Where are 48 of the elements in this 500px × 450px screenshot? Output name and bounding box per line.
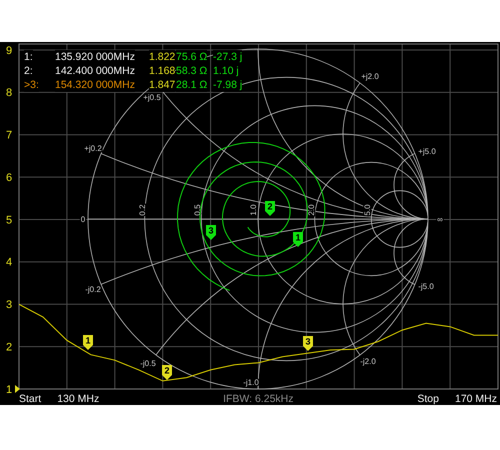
- smith-scale-label: -j2.0: [360, 357, 376, 366]
- marker-label: >3:: [24, 78, 39, 92]
- axis-tick-label: 7: [6, 130, 12, 142]
- axis-tick-label: 3: [6, 299, 12, 312]
- smith-scale-label: 0: [80, 215, 86, 224]
- axis-tick-label: 1: [6, 384, 12, 394]
- smith-scale-label: +j2.0: [361, 72, 379, 81]
- smith-scale-label: +j5.0: [418, 147, 436, 156]
- marker-reactance: -27.3 j: [213, 50, 242, 64]
- smith-scale-label: ∞: [437, 215, 443, 224]
- smith-scale-label: 1.0: [249, 204, 258, 216]
- smith-scale-label: -j5.0: [418, 282, 434, 291]
- marker-flag: 2: [265, 201, 275, 216]
- marker-flag: 2: [162, 365, 172, 380]
- smith-scale-label: -j0.5: [140, 359, 156, 368]
- marker-reactance: -7.98 j: [213, 78, 242, 92]
- smith-scale-label: 0.2: [138, 204, 147, 216]
- marker-flag: 3: [206, 225, 216, 240]
- marker-resistance: 28.1 Ω: [176, 78, 208, 92]
- marker-reactance: 1.10 j: [213, 64, 239, 78]
- marker-frequency: 154.320 000MHz: [55, 78, 135, 92]
- axis-tick-label: 8: [6, 87, 12, 100]
- axis-tick-label: 5: [6, 214, 12, 226]
- ifbw-readout: IFBW: 6.25kHz: [223, 392, 294, 407]
- marker-frequency: 142.400 000MHz: [55, 64, 135, 78]
- axis-tick-label: 4: [6, 256, 12, 269]
- axis-tick-label: 6: [6, 172, 12, 184]
- marker-flag: 1: [83, 335, 93, 350]
- smith-scale-label: 2.0: [307, 204, 316, 216]
- marker-swr: 1.822: [149, 50, 176, 64]
- stop-label: Stop: [417, 392, 439, 407]
- smith-scale-label: 0.5: [193, 204, 202, 216]
- marker-resistance: 75.6 Ω: [176, 50, 208, 64]
- marker-swr: 1.168: [149, 64, 176, 78]
- smith-scale-label: 5.0: [363, 204, 372, 216]
- marker-flag: 1: [293, 232, 303, 247]
- marker-swr: 1.847: [149, 78, 176, 92]
- marker-frequency: 135.920 000MHz: [55, 50, 135, 64]
- smith-scale-label: +j0.5: [143, 93, 161, 102]
- marker-flag: 3: [303, 336, 313, 351]
- start-label: Start: [19, 392, 42, 407]
- smith-scale-label: +j0.2: [84, 144, 102, 153]
- stop-frequency: 170 MHz: [454, 392, 497, 407]
- start-frequency: 130 MHz: [57, 392, 100, 407]
- smith-scale-label: -j0.2: [85, 285, 101, 294]
- axis-tick-label: 9: [6, 44, 12, 57]
- reference-level-icon: [15, 385, 20, 393]
- axis-tick-label: 2: [6, 341, 12, 354]
